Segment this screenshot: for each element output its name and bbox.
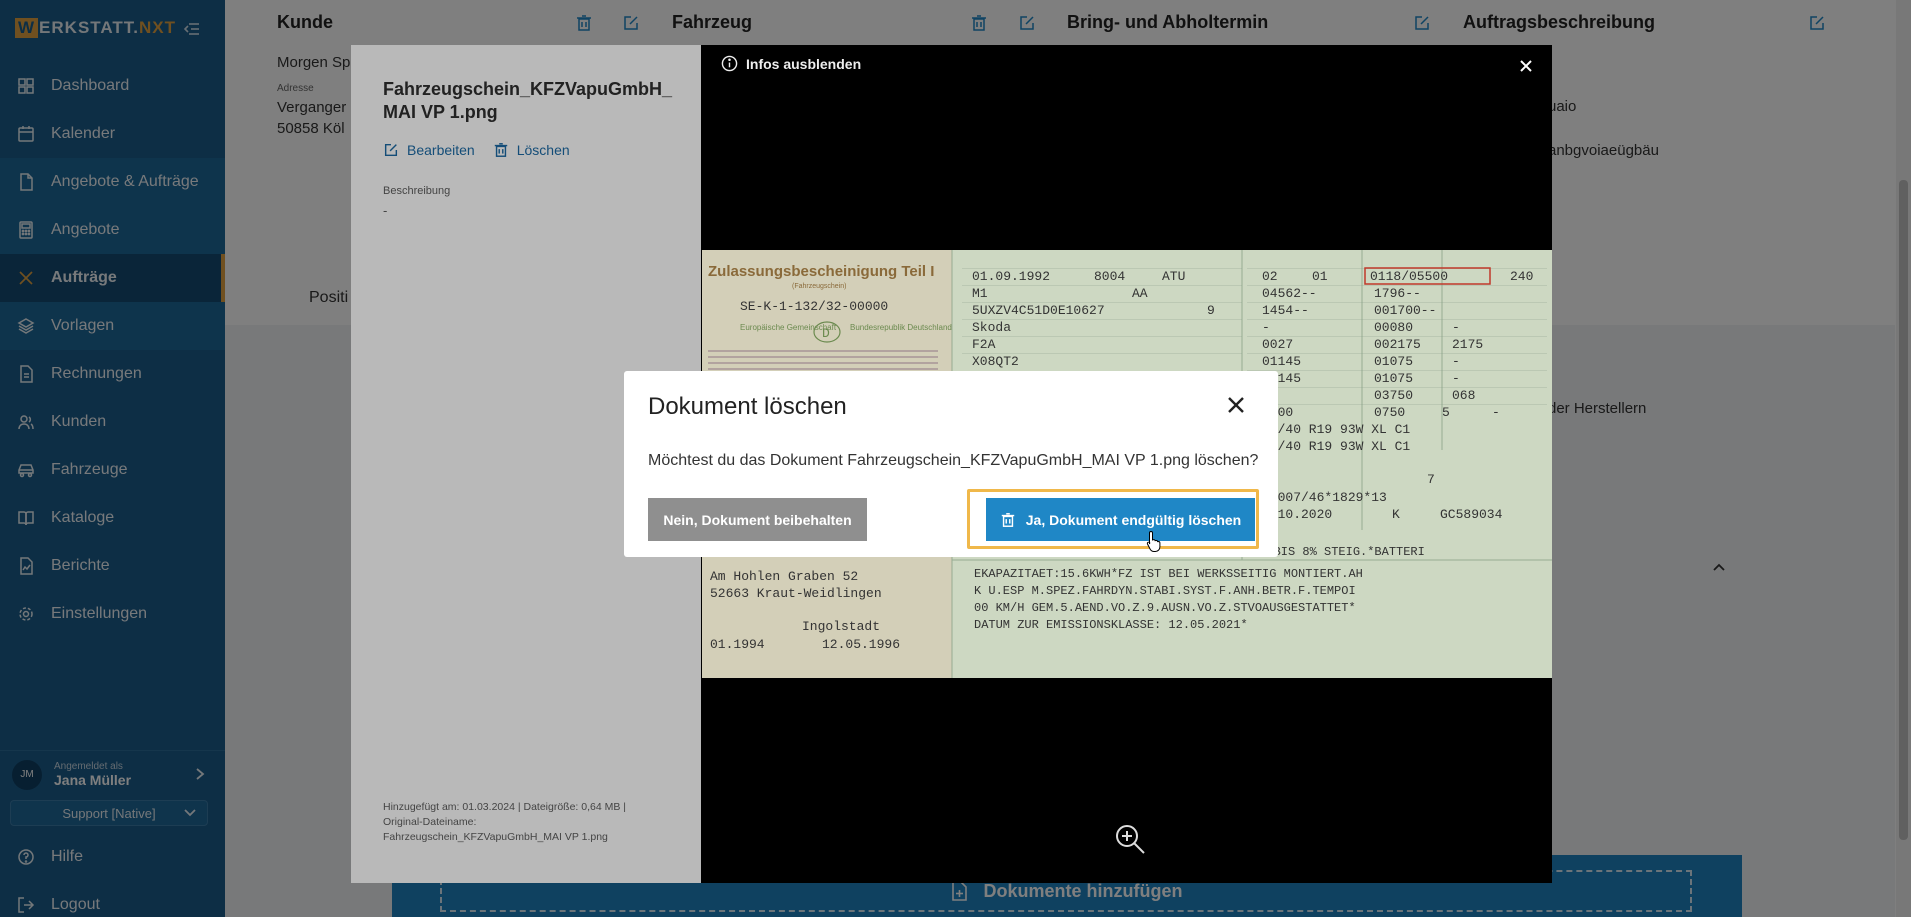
document-title: Fahrzeugschein_KFZVapuGmbH_MAI VP 1.png xyxy=(383,79,673,122)
edit-document-button[interactable]: Bearbeiten xyxy=(383,142,475,158)
doc-remark: DATUM ZUR EMISSIONSKLASSE: 12.05.2021* xyxy=(974,618,1248,632)
doc-field: - xyxy=(1452,371,1460,386)
doc-field: 01.09.1992 xyxy=(972,269,1050,284)
hide-info-toggle[interactable]: Infos ausblenden xyxy=(721,55,861,72)
description-label: Beschreibung xyxy=(383,185,451,197)
description-value: - xyxy=(383,203,388,218)
dialog-message: Möchtest du das Dokument Fahrzeugschein_… xyxy=(648,452,1259,469)
doc-field: GC589034 xyxy=(1440,507,1503,522)
doc-field: 068 xyxy=(1452,388,1475,403)
hide-info-label: Infos ausblenden xyxy=(746,55,862,72)
doc-field: 0750 xyxy=(1374,405,1405,420)
doc-field: M1 xyxy=(972,286,988,301)
document-meta: Hinzugefügt am: 01.03.2024 | Dateigröße:… xyxy=(383,800,683,845)
doc-brd: Bundesrepublik Deutschland xyxy=(850,323,952,332)
doc-field: 0027 xyxy=(1262,337,1293,352)
close-icon[interactable] xyxy=(1224,393,1248,417)
meta-original-filename: Fahrzeugschein_KFZVapuGmbH_MAI VP 1.png xyxy=(383,831,608,843)
keep-document-button[interactable]: Nein, Dokument beibehalten xyxy=(648,498,867,541)
doc-field: F2A xyxy=(972,337,996,352)
doc-field: 01075 xyxy=(1374,371,1413,386)
doc-field: 02 xyxy=(1262,269,1278,284)
doc-field: 1796-- xyxy=(1374,286,1421,301)
doc-field: 240 xyxy=(1510,269,1533,284)
doc-field: 00080 xyxy=(1374,320,1413,335)
zoom-in-icon[interactable] xyxy=(1113,822,1147,856)
meta-original-label: Original-Dateiname: xyxy=(383,816,477,828)
doc-date: 12.05.1996 xyxy=(822,637,900,652)
trash-icon xyxy=(494,143,507,157)
doc-field: 1454-- xyxy=(1262,303,1309,318)
doc-field: Skoda xyxy=(972,320,1011,335)
edit-icon xyxy=(384,143,398,157)
delete-confirmation-dialog: Dokument löschen Möchtest du das Dokumen… xyxy=(624,371,1278,557)
doc-remark: K U.ESP M.SPEZ.FAHRDYN.STABI.SYST.F.ANH.… xyxy=(974,584,1356,598)
edit-document-label: Bearbeiten xyxy=(407,142,475,158)
doc-field: 8004 xyxy=(1094,269,1125,284)
info-icon xyxy=(721,55,738,72)
doc-field: 25/40 R19 93W XL C1 xyxy=(1262,422,1410,437)
doc-field: 01 xyxy=(1312,269,1328,284)
doc-field: 002175 xyxy=(1374,337,1421,352)
doc-field: - xyxy=(1452,354,1460,369)
doc-field: - xyxy=(1262,320,1270,335)
doc-date: 01.1994 xyxy=(710,637,765,652)
doc-field: AA xyxy=(1132,286,1148,301)
hand-cursor-icon xyxy=(1146,530,1161,552)
doc-field: 001700-- xyxy=(1374,303,1436,318)
doc-header: Zulassungsbescheinigung Teil I xyxy=(708,263,934,280)
trash-icon xyxy=(1001,512,1014,527)
confirm-delete-label: Ja, Dokument endgültig löschen xyxy=(1025,511,1242,528)
doc-field: 7 xyxy=(1427,472,1435,487)
doc-field: 01145 xyxy=(1262,354,1301,369)
doc-field: - xyxy=(1492,405,1500,420)
doc-field: ATU xyxy=(1162,269,1185,284)
doc-field: 5 xyxy=(1442,405,1450,420)
doc-field: 03750 xyxy=(1374,388,1413,403)
meta-added-size: Hinzugefügt am: 01.03.2024 | Dateigröße:… xyxy=(383,801,627,813)
doc-field: - xyxy=(1452,320,1460,335)
doc-address: 52663 Kraut-Weidlingen xyxy=(710,586,882,601)
doc-field: 9 xyxy=(1207,303,1215,318)
doc-field: 0118/05500 xyxy=(1370,269,1448,284)
doc-field: X08QT2 xyxy=(972,354,1019,369)
delete-document-button[interactable]: Löschen xyxy=(493,142,570,158)
doc-remark: EKAPAZITAET:15.6KWH*FZ IST BEI WERKSSEIT… xyxy=(974,567,1363,581)
doc-field: 2175 xyxy=(1452,337,1483,352)
doc-number: SE-K-1-132/32-00000 xyxy=(740,299,888,314)
dialog-title: Dokument löschen xyxy=(648,393,847,420)
doc-field: 5UXZV4C51D0E10627 xyxy=(972,303,1105,318)
doc-field: K xyxy=(1392,507,1400,522)
doc-sub: (Fahrzeugschein) xyxy=(792,283,846,290)
doc-remark: 00 KM/H GEM.5.AEND.VO.Z.9.AUSN.VO.Z.STVO… xyxy=(974,601,1356,615)
doc-city: Ingolstadt xyxy=(802,619,880,634)
doc-address: Am Hohlen Graben 52 xyxy=(710,569,858,584)
close-icon[interactable] xyxy=(1519,59,1533,73)
doc-field: 01075 xyxy=(1374,354,1413,369)
document-actions: Bearbeiten Löschen xyxy=(383,142,570,158)
confirm-delete-button[interactable]: Ja, Dokument endgültig löschen xyxy=(986,498,1255,541)
delete-document-label: Löschen xyxy=(516,142,570,158)
doc-field: 04562-- xyxy=(1262,286,1317,301)
doc-field: *2007/46*1829*13 xyxy=(1262,490,1387,505)
doc-field: 25/40 R19 93W XL C1 xyxy=(1262,439,1410,454)
doc-country: D xyxy=(822,326,830,341)
